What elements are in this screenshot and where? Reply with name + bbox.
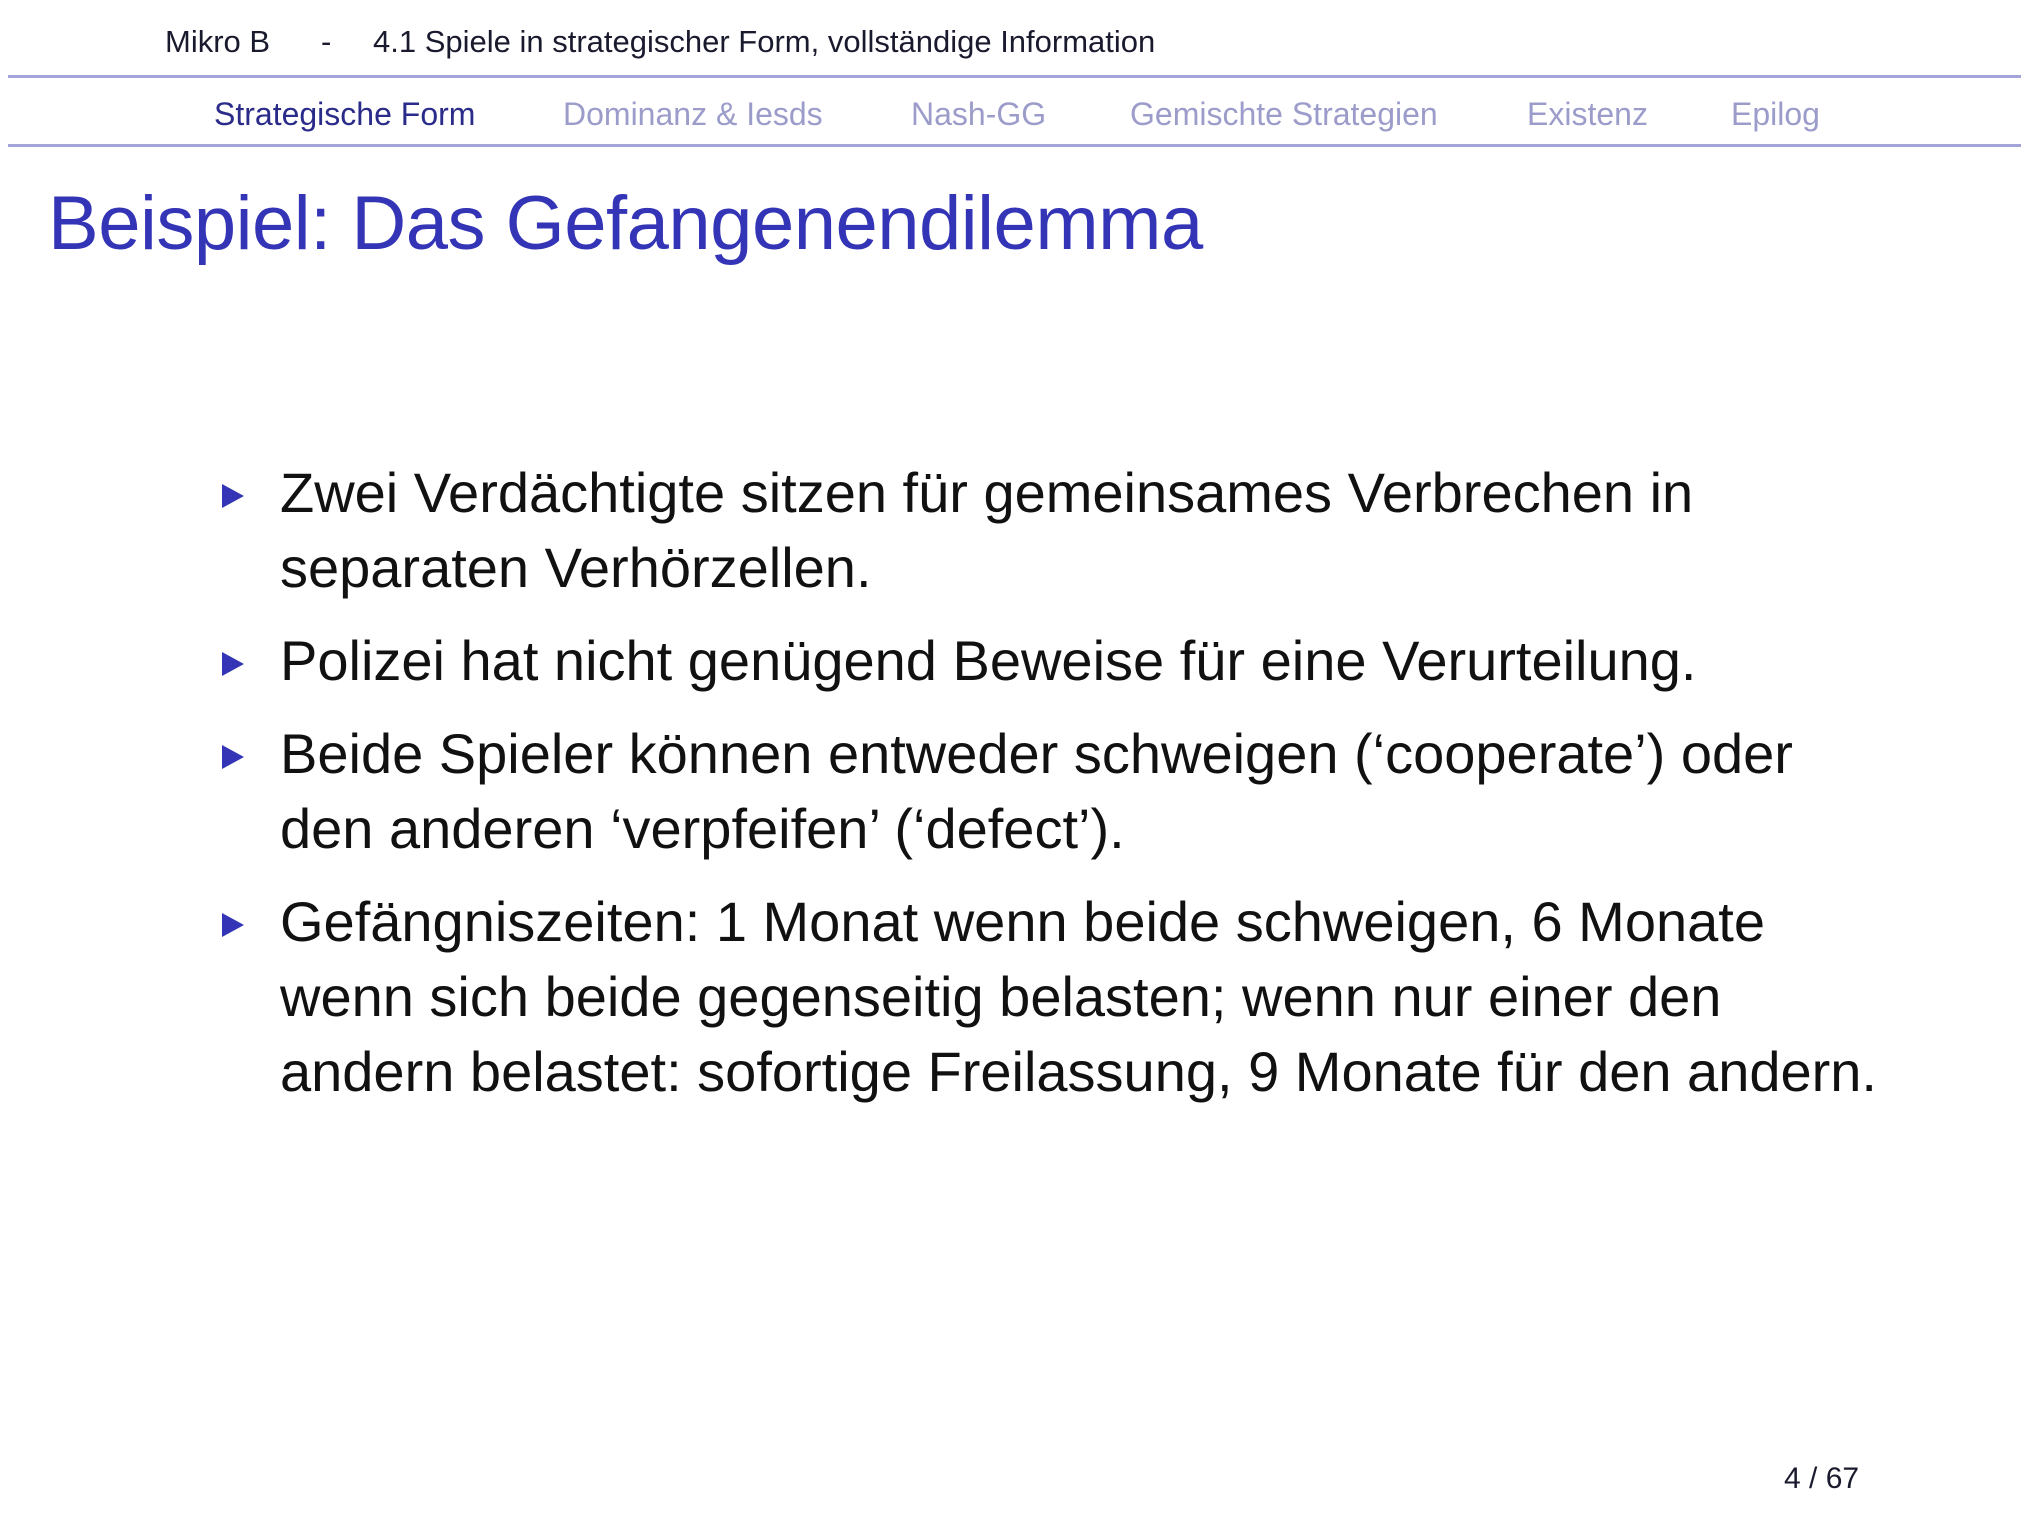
slide-title: Beispiel: Das Gefangenendilemma <box>48 181 1203 266</box>
nav-item-gemischte-strategien[interactable]: Gemischte Strategien <box>1130 96 1438 133</box>
bullet-list: Zwei Verdächtigte sitzen für gemeinsames… <box>218 455 1878 1127</box>
nav-item-strategische-form[interactable]: Strategische Form <box>214 96 475 133</box>
list-item: Zwei Verdächtigte sitzen für gemeinsames… <box>218 455 1878 605</box>
bullet-text: Gefängniszeiten: 1 Monat wenn beide schw… <box>280 890 1877 1103</box>
nav-item-existenz[interactable]: Existenz <box>1527 96 1648 133</box>
section-navigation: Strategische Form Dominanz & Iesds Nash-… <box>0 96 2021 136</box>
bullet-text: Polizei hat nicht genügend Beweise für e… <box>280 629 1697 692</box>
page-number: 4 / 67 <box>1784 1462 1860 1495</box>
section-title: 4.1 Spiele in strategischer Form, vollst… <box>373 24 1156 59</box>
nav-divider <box>8 144 2021 147</box>
list-item: Beide Spieler können entweder schweigen … <box>218 716 1878 866</box>
list-item: Gefängniszeiten: 1 Monat wenn beide schw… <box>218 884 1878 1109</box>
triangle-bullet-icon <box>222 484 244 508</box>
triangle-bullet-icon <box>222 652 244 676</box>
header-separator: - <box>321 24 332 59</box>
nav-item-nash-gg[interactable]: Nash-GG <box>911 96 1046 133</box>
course-title: Mikro B <box>165 24 271 59</box>
header-bar: Mikro B - 4.1 Spiele in strategischer Fo… <box>0 10 2021 66</box>
triangle-bullet-icon <box>222 913 244 937</box>
triangle-bullet-icon <box>222 745 244 769</box>
header-divider <box>8 75 2021 78</box>
nav-item-epilog[interactable]: Epilog <box>1731 96 1820 133</box>
nav-item-dominanz[interactable]: Dominanz & Iesds <box>563 96 823 133</box>
bullet-text: Zwei Verdächtigte sitzen für gemeinsames… <box>280 461 1694 599</box>
bullet-text: Beide Spieler können entweder schweigen … <box>280 722 1793 860</box>
list-item: Polizei hat nicht genügend Beweise für e… <box>218 623 1878 698</box>
